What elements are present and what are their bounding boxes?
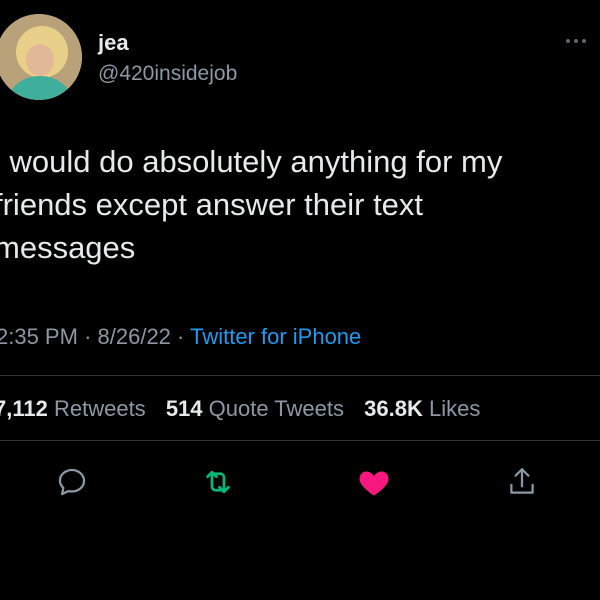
- reply-button[interactable]: [50, 460, 94, 504]
- retweets-label: Retweets: [53, 396, 146, 421]
- retweets-count: 7,112: [0, 396, 48, 421]
- share-icon: [510, 468, 534, 494]
- likes-count: 36.8K: [364, 396, 423, 421]
- retweet-icon: [206, 470, 230, 494]
- quotes-stat[interactable]: 514 Quote Tweets: [166, 396, 350, 421]
- action-bar: [0, 460, 600, 504]
- tweet-stats: 7,112 Retweets 514 Quote Tweets 36.8K Li…: [0, 396, 494, 422]
- retweets-stat[interactable]: 7,112 Retweets: [0, 396, 152, 421]
- share-button[interactable]: [500, 460, 544, 504]
- meta-separator: ·: [84, 324, 92, 349]
- retweet-button[interactable]: [196, 460, 240, 504]
- display-name[interactable]: jea: [98, 30, 129, 56]
- quotes-count: 514: [165, 396, 203, 421]
- divider: [0, 375, 600, 376]
- heart-icon: [359, 471, 389, 496]
- speech-bubble-icon: [58, 468, 86, 496]
- user-handle[interactable]: @420insidejob: [98, 62, 237, 86]
- likes-label: Likes: [428, 396, 481, 421]
- divider: [0, 440, 600, 441]
- likes-stat[interactable]: 36.8K Likes: [364, 396, 480, 421]
- tweet-source-link[interactable]: Twitter for iPhone: [190, 324, 361, 349]
- tweet-date[interactable]: 8/26/22: [98, 324, 171, 349]
- avatar-image: [0, 14, 82, 100]
- avatar[interactable]: [0, 14, 82, 100]
- tweet-meta: 2:35 PM · 8/26/22 · Twitter for iPhone: [0, 324, 361, 350]
- tweet-text: i would do absolutely anything for my fr…: [0, 144, 503, 265]
- more-dots-icon[interactable]: [566, 34, 592, 48]
- like-button[interactable]: [352, 460, 396, 504]
- quotes-label: Quote Tweets: [208, 396, 344, 421]
- meta-separator: ·: [177, 324, 185, 349]
- tweet-time[interactable]: 2:35 PM: [0, 324, 78, 349]
